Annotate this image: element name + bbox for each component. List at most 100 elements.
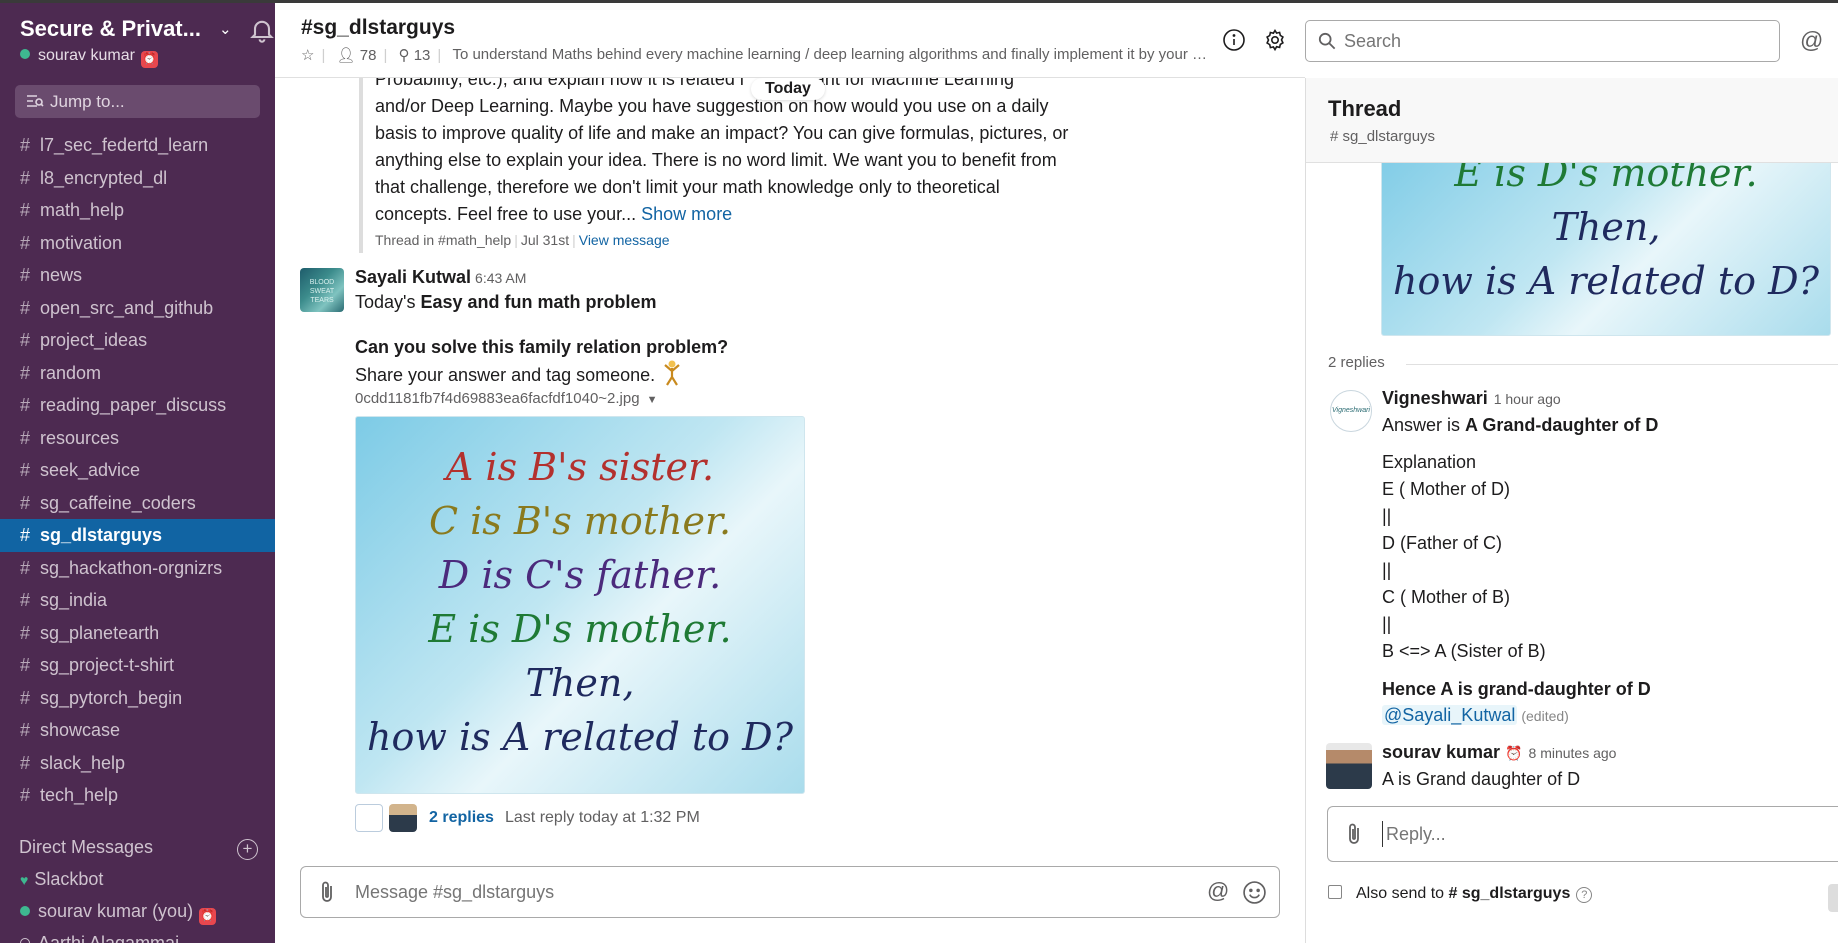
sidebar-item-channel[interactable]: # tech_help bbox=[0, 779, 275, 812]
workspace-name[interactable]: Secure & Privat... bbox=[20, 16, 201, 42]
message-header: Sayali Kutwal 6:43 AM bbox=[355, 267, 526, 288]
member-count[interactable]: 78 bbox=[360, 47, 377, 64]
star-icon[interactable]: ☆ bbox=[301, 47, 314, 64]
dancer-icon bbox=[664, 360, 680, 386]
send-button[interactable] bbox=[1828, 884, 1838, 912]
sidebar-item-channel[interactable]: # random bbox=[0, 357, 275, 390]
sidebar-item-channel[interactable]: # sg_hackathon-orgnizrs bbox=[0, 552, 275, 585]
answer-bold: A Grand-daughter of D bbox=[1465, 415, 1659, 435]
file-name[interactable]: 0cdd1181fb7f4d69883ea6facfdf1040~2.jpg ▼ bbox=[355, 390, 657, 407]
channel-label: slack_help bbox=[40, 752, 126, 773]
message-input[interactable] bbox=[355, 879, 1155, 905]
pin-icon[interactable]: ⚲ bbox=[399, 47, 410, 64]
reply-time[interactable]: 1 hour ago bbox=[1494, 391, 1561, 407]
gear-icon[interactable] bbox=[1263, 28, 1287, 52]
emoji-icon[interactable] bbox=[1242, 880, 1267, 905]
sidebar-item-channel[interactable]: # slack_help bbox=[0, 747, 275, 780]
sidebar-item-channel[interactable]: # open_src_and_github bbox=[0, 292, 275, 325]
presence-dot bbox=[20, 938, 30, 943]
bell-icon[interactable] bbox=[248, 16, 275, 44]
sidebar-item-channel-active[interactable]: # sg_dlstarguys bbox=[0, 519, 275, 552]
shared-image[interactable]: A is B's sister. C is B's mother. D is C… bbox=[355, 416, 805, 794]
channel-topic: To understand Maths behind every machine… bbox=[452, 46, 1213, 63]
reply-author[interactable]: sourav kumar bbox=[1382, 742, 1500, 762]
edited-label: (edited) bbox=[1521, 708, 1569, 724]
thread-pane: E is D's mother. Then, how is A related … bbox=[1305, 78, 1838, 943]
reply-author[interactable]: Vigneshwari bbox=[1382, 388, 1488, 408]
channel-label: sg_planetearth bbox=[40, 622, 160, 643]
help-icon[interactable]: ? bbox=[1576, 887, 1593, 903]
sidebar-item-channel[interactable]: # reading_paper_discuss bbox=[0, 389, 275, 422]
search-field[interactable] bbox=[1305, 20, 1780, 62]
hash-icon: # bbox=[20, 687, 31, 708]
sidebar-item-channel[interactable]: # project_ideas bbox=[0, 324, 275, 357]
answer-prefix: Answer is bbox=[1382, 415, 1466, 435]
replies-link[interactable]: 2 replies bbox=[429, 809, 494, 827]
sidebar-item-channel[interactable]: # motivation bbox=[0, 227, 275, 260]
channel-list: # l7_sec_federtd_learn # l8_encrypted_dl #… bbox=[0, 129, 275, 812]
hash-icon: # bbox=[20, 265, 31, 285]
image-text: how is A related to D? bbox=[367, 715, 793, 759]
thread-channel-link[interactable]: # sg_dlstarguys bbox=[1330, 128, 1435, 145]
avatar[interactable]: BLOOD SWEAT TEARS bbox=[300, 268, 344, 312]
sidebar-item-dm[interactable]: Aarthi Alagammai bbox=[20, 933, 179, 943]
paperclip-icon[interactable] bbox=[315, 880, 339, 904]
thread-shared-image[interactable]: E is D's mother. Then, how is A related … bbox=[1381, 138, 1831, 336]
caret-down-icon[interactable]: ▼ bbox=[647, 394, 658, 406]
mentions-icon[interactable]: @ bbox=[1800, 27, 1823, 54]
image-text: Then, bbox=[525, 661, 635, 705]
current-user[interactable]: sourav kumar ⏰ bbox=[20, 47, 158, 68]
chevron-down-icon[interactable]: ⌄ bbox=[219, 20, 232, 38]
hash-icon: # bbox=[20, 460, 31, 480]
add-dm-icon[interactable]: + bbox=[237, 839, 258, 860]
also-send-checkbox[interactable] bbox=[1328, 885, 1342, 899]
jump-to-button[interactable]: Jump to... bbox=[15, 85, 260, 118]
sidebar-item-channel[interactable]: # sg_planetearth bbox=[0, 617, 275, 650]
sidebar-item-channel[interactable]: # seek_advice bbox=[0, 454, 275, 487]
sidebar-item-channel[interactable]: # showcase bbox=[0, 714, 275, 747]
search-input[interactable] bbox=[1344, 27, 1764, 55]
sidebar-item-channel[interactable]: # sg_india bbox=[0, 584, 275, 617]
hash-icon: # bbox=[20, 232, 31, 253]
sidebar-item-channel[interactable]: # resources bbox=[0, 422, 275, 455]
sidebar-item-dm[interactable]: ♥ Slackbot bbox=[20, 869, 103, 890]
presence-dot bbox=[20, 49, 30, 59]
thread-title: Thread bbox=[1328, 96, 1402, 121]
image-text: E is D's mother. bbox=[428, 607, 732, 651]
reply-input[interactable] bbox=[1382, 821, 1822, 847]
message-composer[interactable]: @ bbox=[300, 866, 1280, 918]
sidebar-item-channel[interactable]: # l8_encrypted_dl bbox=[0, 162, 275, 195]
sidebar-item-channel[interactable]: # news bbox=[0, 259, 275, 292]
view-message-link[interactable]: View message bbox=[579, 232, 670, 248]
message-author[interactable]: Sayali Kutwal bbox=[355, 267, 471, 287]
reply-time[interactable]: 8 minutes ago bbox=[1529, 745, 1617, 761]
sidebar-item-channel[interactable]: # l7_sec_federtd_learn bbox=[0, 129, 275, 162]
hash-icon: # bbox=[20, 395, 31, 415]
sidebar-item-channel[interactable]: # sg_caffeine_coders bbox=[0, 487, 275, 520]
members-icon[interactable]: 👤︎ bbox=[337, 47, 356, 64]
avatar[interactable]: Vigneshwari bbox=[1330, 390, 1372, 432]
user-mention[interactable]: @Sayali_Kutwal bbox=[1382, 705, 1518, 725]
reply-text: A is Grand daughter of D bbox=[1382, 769, 1581, 789]
direct-messages-header[interactable]: Direct Messages bbox=[19, 837, 153, 858]
info-icon[interactable] bbox=[1222, 28, 1246, 52]
mention-icon[interactable]: @ bbox=[1207, 878, 1229, 904]
hash-icon: # bbox=[20, 135, 31, 155]
message-time[interactable]: 6:43 AM bbox=[475, 270, 526, 286]
sidebar-item-channel[interactable]: # math_help bbox=[0, 194, 275, 227]
also-send-option: Also send to # sg_dlstarguys? bbox=[1328, 885, 1593, 903]
channel-title[interactable]: #sg_dlstarguys bbox=[301, 16, 455, 40]
avatar[interactable] bbox=[1326, 743, 1372, 789]
image-text: A is B's sister. bbox=[445, 445, 715, 489]
pin-count[interactable]: 13 bbox=[414, 47, 431, 64]
sidebar-item-channel[interactable]: # sg_pytorch_begin bbox=[0, 682, 275, 715]
workspace-switcher[interactable]: Secure & Privat... ⌄ bbox=[20, 16, 274, 44]
sidebar-item-channel[interactable]: # sg_project-t-shirt bbox=[0, 649, 275, 682]
image-text: D is C's father. bbox=[438, 553, 722, 597]
show-more-link[interactable]: Show more bbox=[641, 204, 732, 224]
dm-label: sourav kumar bbox=[38, 901, 148, 921]
paperclip-icon[interactable] bbox=[1342, 822, 1366, 846]
reply-composer[interactable] bbox=[1327, 806, 1838, 862]
sidebar-item-dm[interactable]: sourav kumar (you) ⏰ bbox=[20, 901, 217, 925]
thread-in-label[interactable]: Thread in #math_help bbox=[375, 232, 511, 248]
